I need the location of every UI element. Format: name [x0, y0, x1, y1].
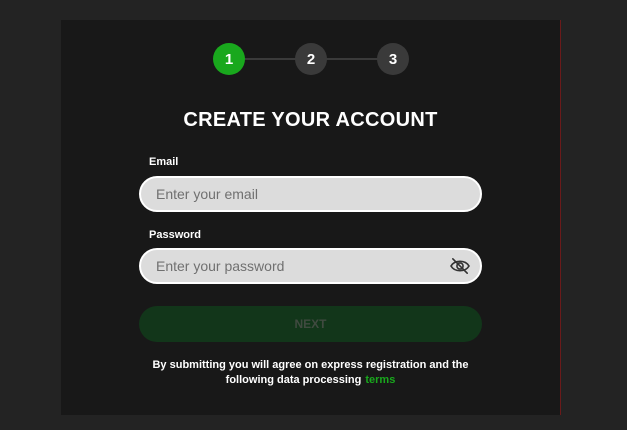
step-connector-1-2 [244, 58, 299, 60]
step-indicator: 1 2 3 [61, 42, 560, 76]
step-connector-2-3 [326, 58, 381, 60]
step-2: 2 [295, 43, 327, 75]
step-3: 3 [377, 43, 409, 75]
email-label: Email [149, 156, 179, 168]
terms-text-line-1: By submitting you will agree on express … [152, 359, 469, 371]
terms-text-line-2: following data processing [225, 374, 362, 386]
password-label: Password [149, 229, 201, 241]
page-title: CREATE YOUR ACCOUNT [183, 109, 438, 131]
step-1: 1 [213, 43, 245, 75]
email-field-wrapper [139, 176, 482, 212]
password-field-wrapper [139, 248, 482, 284]
signup-modal: 1 2 3 CREATE YOUR ACCOUNT Email Password… [61, 20, 561, 415]
terms-text-line-2-container: following data processing terms [61, 373, 560, 388]
terms-link[interactable]: terms [365, 374, 395, 386]
terms-notice: By submitting you will agree on express … [61, 358, 560, 388]
next-button[interactable]: NEXT [139, 306, 482, 342]
eye-slash-icon[interactable] [449, 257, 471, 275]
email-field[interactable] [141, 178, 436, 210]
password-field[interactable] [141, 250, 436, 282]
